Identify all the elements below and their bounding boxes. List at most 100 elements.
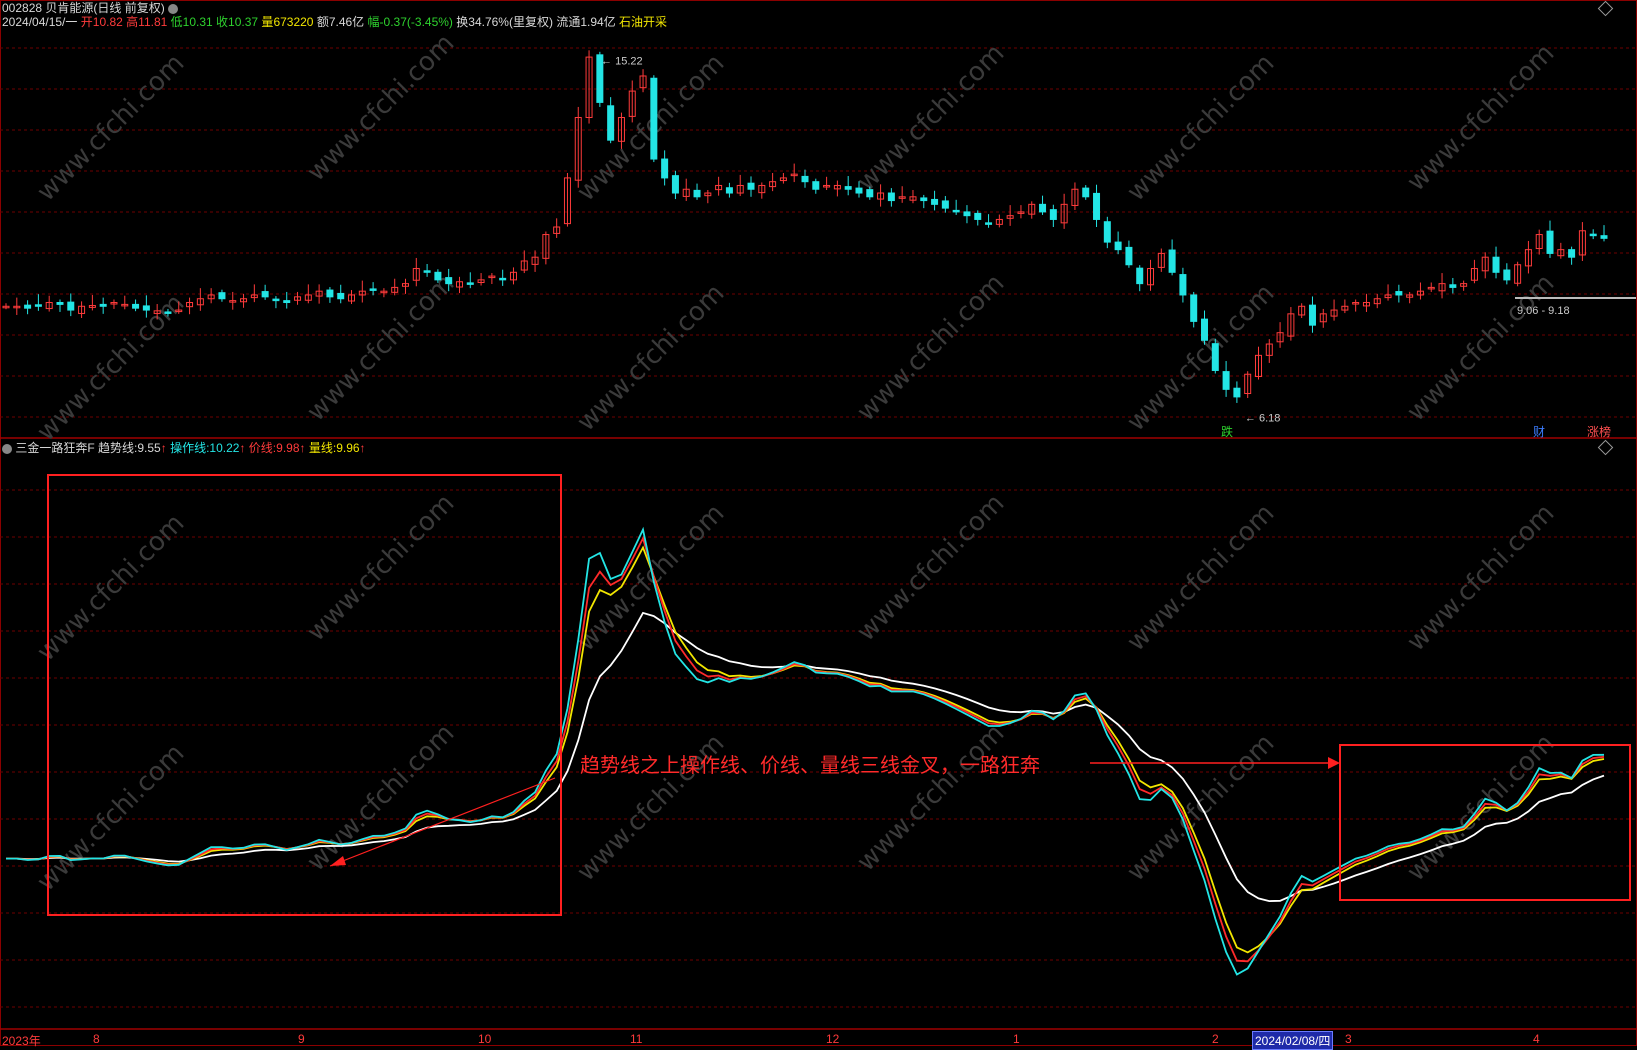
amount-value: 额7.46亿 (316, 15, 365, 29)
candle-body (1308, 304, 1316, 326)
candle-body (1568, 249, 1576, 258)
x-axis-month: 10 (478, 1032, 492, 1046)
stock-code: 002828 (2, 1, 43, 15)
x-axis-month: 12 (826, 1032, 840, 1046)
indicator-info-bar: 三金一路狂奔F 趋势线:9.55↑ 操作线:10.22↑ 价线:9.98↑ 量线… (2, 441, 366, 455)
op-value: 10.22 (209, 441, 240, 455)
candle-body (931, 198, 939, 205)
candle-body (1103, 221, 1111, 243)
stock-name: 贝肯能源 (45, 1, 94, 15)
watermark-text: www.cfchi.com (301, 718, 460, 877)
candle-body (261, 291, 269, 298)
candle-body (866, 189, 874, 198)
indicator-name[interactable]: 三金一路狂奔F (15, 441, 94, 455)
candle-body (1168, 249, 1176, 273)
open-label: 开 (80, 15, 93, 29)
turnover-value: 换34.76%(里复权) (456, 15, 553, 29)
quote-info-bar: 2024/04/15/一 开10.82 高11.81 低10.31 收10.37… (2, 15, 667, 29)
candle-body (1082, 187, 1090, 198)
candle-body (855, 187, 863, 194)
op-arrow-icon: ↑ (239, 441, 246, 455)
price-line (6, 535, 1605, 963)
watermark-text: www.cfchi.com (571, 278, 730, 437)
watermark-text: www.cfchi.com (1401, 38, 1560, 197)
change-value: -0.37(-3.45%) (379, 15, 453, 29)
watermark-text: www.cfchi.com (851, 718, 1010, 877)
vol-arrow-icon: ↑ (359, 441, 366, 455)
candle-body (1395, 291, 1403, 296)
candle-body (1211, 343, 1219, 371)
candle-body (747, 182, 755, 190)
candle-body (1179, 274, 1187, 296)
candle-body (1201, 318, 1208, 341)
x-axis-month: 2 (1212, 1032, 1219, 1046)
candle-body (466, 282, 474, 285)
watermark-text: www.cfchi.com (851, 38, 1010, 197)
candle-body (99, 303, 107, 307)
candle-body (1222, 371, 1230, 390)
candle-body (974, 212, 982, 220)
candle-body (56, 302, 64, 305)
quote-date: 2024/04/15/一 (2, 15, 78, 29)
badge-rank: 涨榜 (1587, 424, 1611, 439)
candle-body (34, 304, 42, 307)
candle-body (326, 289, 334, 298)
candle-body (812, 181, 820, 190)
candle-body (963, 211, 971, 217)
price-indicator-chart[interactable]: www.cfchi.com www.cfchi.com www.cfchi.com w… (0, 0, 1637, 1046)
indicator-toggle-icon[interactable] (2, 443, 12, 454)
badge-finance: 财 (1533, 425, 1545, 439)
candle-body (1600, 235, 1608, 239)
candle-body (693, 189, 701, 198)
vol-line-value: 9.96 (336, 441, 360, 455)
price-line-value: 9.98 (276, 441, 300, 455)
candle-body (272, 298, 280, 302)
watermark-text: www.cfchi.com (301, 28, 460, 187)
dropdown-icon[interactable] (168, 3, 179, 14)
x-axis-month: 9 (298, 1032, 305, 1046)
candle-body (725, 187, 733, 194)
chart-frame (0, 0, 1637, 1046)
watermark-text: www.cfchi.com (851, 268, 1010, 427)
candle-body (218, 292, 226, 300)
candle-body (607, 105, 615, 141)
candle-body (844, 186, 852, 190)
candle-body (1449, 284, 1457, 288)
candle-body (1125, 246, 1133, 266)
candle-body (1233, 387, 1241, 398)
op-label: 操作线: (170, 441, 210, 455)
candle-body (671, 175, 679, 194)
candle-body (1492, 256, 1500, 273)
price-arrow-icon: ↑ (299, 441, 306, 455)
industry-value[interactable]: 石油开采 (619, 15, 667, 29)
candle-body (24, 304, 32, 309)
candle-body (67, 301, 75, 311)
close-label: 收 (216, 15, 229, 29)
watermark-text: www.cfchi.com (31, 48, 190, 207)
candle-body (952, 209, 960, 213)
watermark-text: www.cfchi.com (1401, 498, 1560, 657)
candle-body (1049, 209, 1057, 220)
low-label: 低 (170, 15, 183, 29)
trend-value: 9.55 (137, 441, 161, 455)
stock-title-bar: 002828 贝肯能源(日线 前复权) (2, 1, 179, 15)
candle-body (142, 305, 150, 311)
candle-body (1546, 230, 1554, 254)
watermark-text: www.cfchi.com (31, 508, 190, 667)
close-value: 10.37 (228, 15, 259, 29)
vol-line-label: 量线: (308, 441, 337, 455)
x-axis-month: 11 (630, 1032, 643, 1046)
candle-body (283, 300, 291, 304)
candle-body (887, 192, 895, 202)
watermark-text: www.cfchi.com (1401, 268, 1560, 427)
candle-body (337, 292, 345, 300)
low-price-label: ← 6.18 (1245, 413, 1280, 425)
volume-label: 量 (261, 15, 274, 29)
float-value: 流通1.94亿 (556, 15, 616, 29)
trend-arrow-icon: ↑ (160, 441, 167, 455)
range-label: 9.06 - 9.18 (1517, 305, 1570, 317)
candle-body (1114, 241, 1122, 251)
cursor-date-label: 2024/02/08/四 (1252, 1031, 1334, 1050)
candle-body (164, 311, 172, 314)
candle-body (499, 277, 507, 281)
